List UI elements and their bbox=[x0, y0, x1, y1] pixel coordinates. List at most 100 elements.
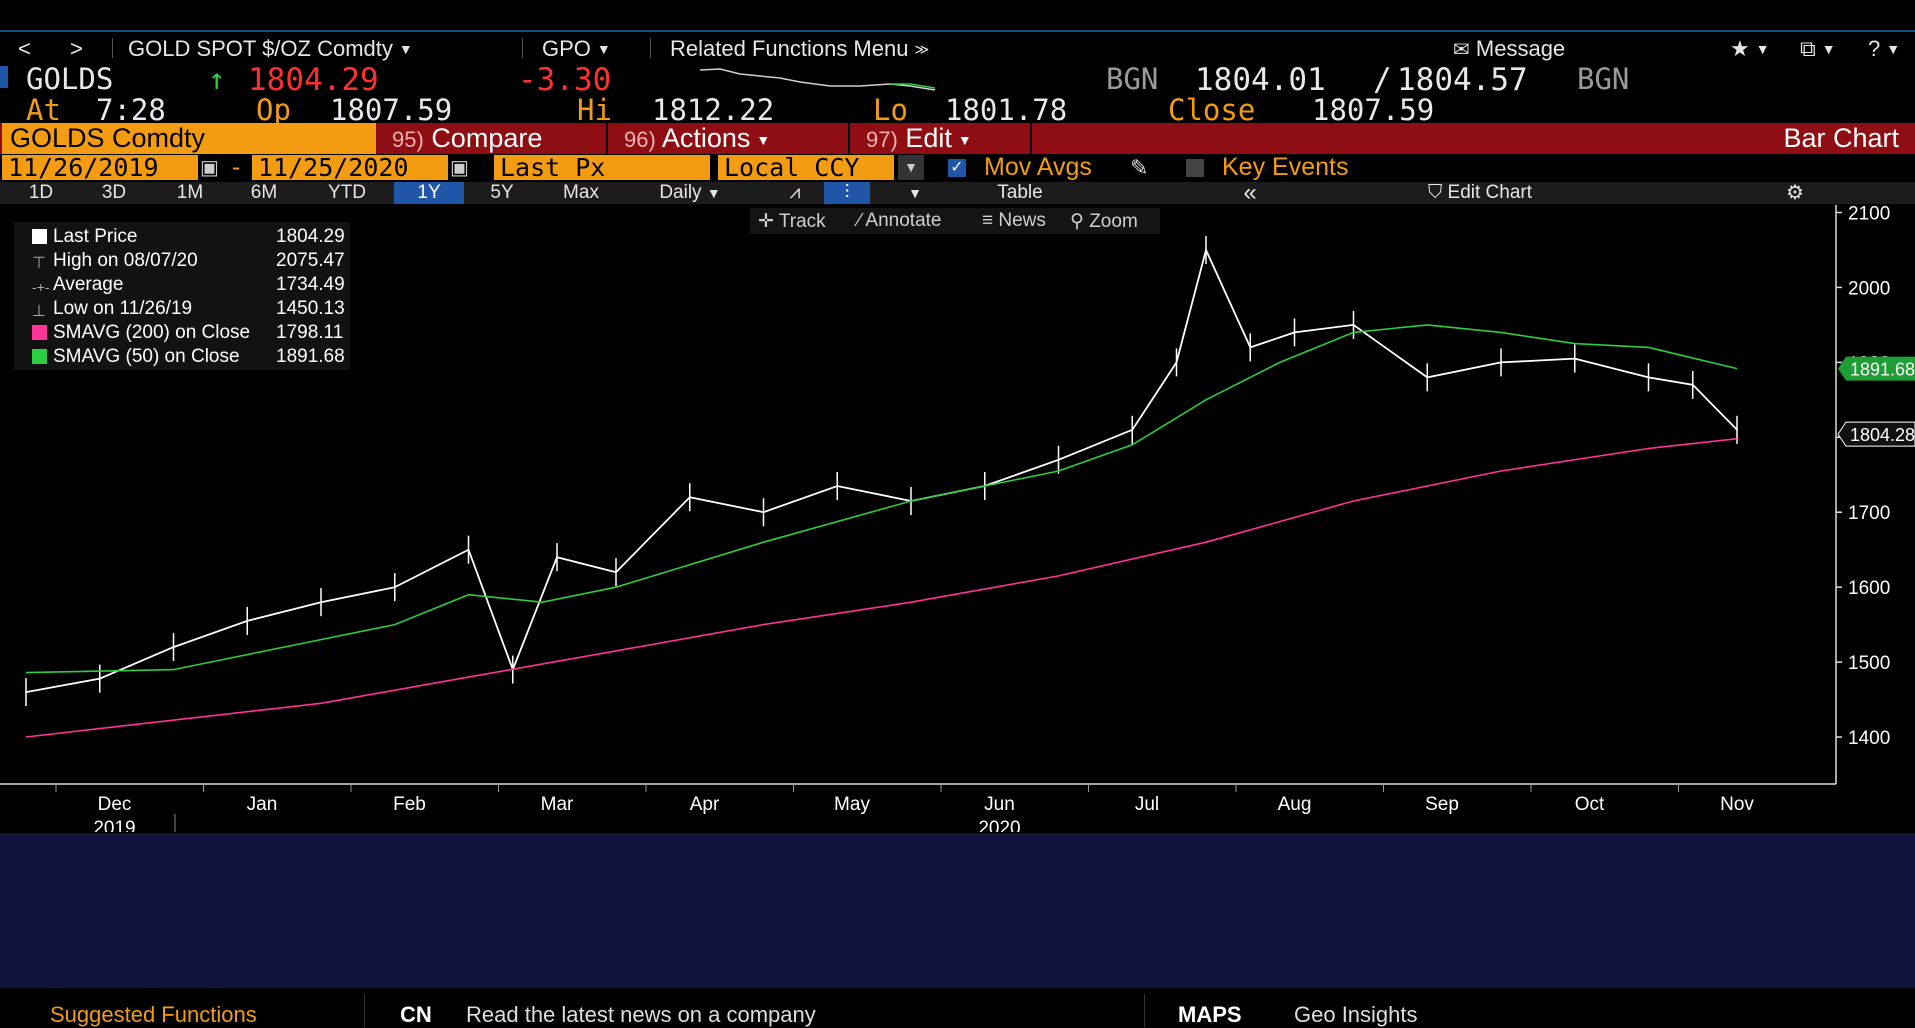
range-1m[interactable]: 1M bbox=[160, 182, 220, 204]
range-1d[interactable]: 1D bbox=[14, 182, 68, 204]
track-tool[interactable]: ✛ Track bbox=[758, 210, 826, 233]
legend-label: Last Price bbox=[53, 226, 138, 247]
frequency-dropdown[interactable]: Daily ▼ bbox=[630, 182, 750, 204]
forward-button[interactable]: > bbox=[70, 36, 83, 62]
legend-value: 1798.11 bbox=[276, 322, 344, 343]
chevron-down-icon[interactable]: ▼ bbox=[898, 155, 924, 180]
annotate-tool[interactable]: ∕ Annotate bbox=[858, 210, 942, 232]
y-tick-label: 2100 bbox=[1848, 205, 1890, 224]
close-label: Close bbox=[1168, 93, 1256, 127]
help-button[interactable]: ? ▼ bbox=[1868, 36, 1900, 62]
x-tick-label: Dec bbox=[98, 794, 132, 815]
x-tick-label: Sep bbox=[1425, 794, 1459, 815]
chevron-down-icon[interactable]: ▼ bbox=[890, 182, 940, 204]
line-chart-icon[interactable]: ⩘ bbox=[770, 182, 820, 204]
annotate-label: Annotate bbox=[865, 210, 942, 231]
legend-value: 2075.47 bbox=[276, 250, 345, 271]
suggested-functions-label: Suggested Functions bbox=[50, 1002, 257, 1027]
security-dropdown[interactable]: GOLD SPOT $/OZ Comdty ▼ bbox=[128, 36, 413, 62]
lower-panel bbox=[0, 833, 1915, 988]
actions-button[interactable]: 96) Actions ▼ bbox=[612, 123, 844, 154]
gear-icon[interactable]: ⚙ bbox=[1770, 182, 1820, 204]
calendar-icon[interactable]: ▣ bbox=[200, 155, 219, 180]
range-ytd[interactable]: YTD bbox=[310, 182, 384, 204]
function-divider bbox=[1030, 123, 1032, 154]
security-label: GOLD SPOT $/OZ Comdty bbox=[128, 36, 393, 61]
high-price: 1812.22 bbox=[652, 93, 775, 127]
x-year-label: 2020 bbox=[978, 818, 1020, 832]
legend-label: SMAVG (50) on Close bbox=[53, 346, 240, 367]
y-tick-label: 1500 bbox=[1848, 653, 1890, 674]
key-events-checkbox[interactable] bbox=[1186, 159, 1204, 177]
legend-value: 1891.68 bbox=[276, 346, 345, 367]
mov-avgs-checkbox[interactable]: ✓ bbox=[948, 159, 966, 177]
edit-chart-button[interactable]: ⛉ Edit Chart bbox=[1380, 182, 1580, 204]
zoom-tool[interactable]: ⚲ Zoom bbox=[1070, 210, 1138, 233]
high-label: Hi bbox=[577, 93, 612, 127]
favorites-button[interactable]: ★ ▼ bbox=[1730, 36, 1770, 62]
bar-chart-icon[interactable]: ⫶ bbox=[824, 182, 870, 204]
chart-legend: Last Price 1804.29 ⊤ High on 08/07/20 207… bbox=[14, 222, 350, 370]
chevron-down-icon: ▼ bbox=[596, 41, 611, 57]
pen-icon: ∕ bbox=[858, 210, 862, 231]
low-price: 1801.78 bbox=[945, 93, 1068, 127]
compare-label: Compare bbox=[431, 123, 543, 153]
nav-divider bbox=[650, 38, 651, 58]
y-tick-label: 1700 bbox=[1848, 503, 1890, 524]
range-6m[interactable]: 6M bbox=[234, 182, 294, 204]
footer-bar: Suggested Functions CN Read the latest n… bbox=[0, 988, 1915, 1027]
y-tick-label: 2000 bbox=[1848, 278, 1890, 299]
frequency-label: Daily bbox=[659, 182, 702, 203]
chevron-down-icon: ▼ bbox=[957, 132, 972, 148]
back-button[interactable]: < bbox=[18, 36, 31, 62]
legend-label: Low on 11/26/19 bbox=[53, 298, 193, 319]
maps-function-code[interactable]: MAPS bbox=[1178, 1002, 1242, 1028]
x-tick-label: Apr bbox=[690, 794, 720, 815]
collapse-icon[interactable]: « bbox=[1230, 181, 1270, 205]
quote-time: 7:28 bbox=[96, 93, 166, 127]
price-field-dropdown[interactable]: Last Px bbox=[494, 155, 710, 180]
calendar-icon[interactable]: ▣ bbox=[450, 155, 469, 180]
news-tool[interactable]: ≡ News bbox=[982, 210, 1046, 232]
chevron-down-icon: ▼ bbox=[706, 185, 721, 201]
window-button[interactable]: ⧉ ▼ bbox=[1800, 36, 1836, 62]
source-dropdown[interactable]: GPO ▼ bbox=[542, 36, 611, 62]
cn-function-desc[interactable]: Read the latest news on a company bbox=[466, 1002, 816, 1028]
related-functions-label: Related Functions Menu bbox=[670, 36, 909, 61]
legend-label: High on 08/07/20 bbox=[53, 250, 198, 271]
cn-function-code[interactable]: CN bbox=[400, 1002, 432, 1028]
message-button[interactable]: ✉ Message bbox=[1453, 36, 1565, 62]
window-export-icon: ⧉ bbox=[1800, 36, 1816, 61]
maps-function-desc[interactable]: Geo Insights bbox=[1294, 1002, 1418, 1028]
key-events-label: Key Events bbox=[1222, 153, 1349, 181]
x-tick-label: Jun bbox=[984, 794, 1015, 815]
ticker-symbol: GOLDS bbox=[26, 62, 114, 96]
table-button[interactable]: Table bbox=[950, 182, 1090, 204]
x-tick-label: Aug bbox=[1278, 794, 1312, 815]
range-1y[interactable]: 1Y bbox=[394, 182, 464, 204]
end-date-field[interactable]: 11/25/2020 bbox=[252, 155, 448, 180]
compare-button[interactable]: 95) Compare bbox=[380, 123, 604, 154]
low-marker-icon: ⊥ bbox=[32, 303, 46, 320]
intraday-sparkline bbox=[700, 68, 936, 91]
security-field[interactable]: GOLDS Comdty bbox=[2, 123, 376, 154]
sma200-series-line bbox=[25, 437, 1738, 738]
function-divider bbox=[606, 123, 608, 154]
x-tick-label: Mar bbox=[541, 794, 574, 815]
related-functions-menu[interactable]: Related Functions Menu ≫ bbox=[670, 36, 929, 62]
range-5y[interactable]: 5Y bbox=[472, 182, 532, 204]
legend-sma200: SMAVG (200) on Close bbox=[32, 322, 250, 344]
chart-type-label: Bar Chart bbox=[1783, 123, 1899, 153]
track-label: Track bbox=[778, 211, 826, 232]
range-max[interactable]: Max bbox=[546, 182, 616, 204]
open-label: Op bbox=[256, 93, 291, 127]
sma50-price-flag-text: 1891.68 bbox=[1850, 360, 1915, 380]
currency-dropdown[interactable]: Local CCY bbox=[718, 155, 894, 180]
pencil-icon[interactable]: ✎ bbox=[1130, 155, 1148, 181]
legend-swatch bbox=[32, 349, 47, 364]
edit-button[interactable]: 97) Edit ▼ bbox=[854, 123, 1029, 154]
actions-label: Actions bbox=[661, 123, 751, 153]
start-date-field[interactable]: 11/26/2019 bbox=[2, 155, 198, 180]
mov-avgs-label: Mov Avgs bbox=[984, 153, 1092, 181]
range-3d[interactable]: 3D bbox=[84, 182, 144, 204]
